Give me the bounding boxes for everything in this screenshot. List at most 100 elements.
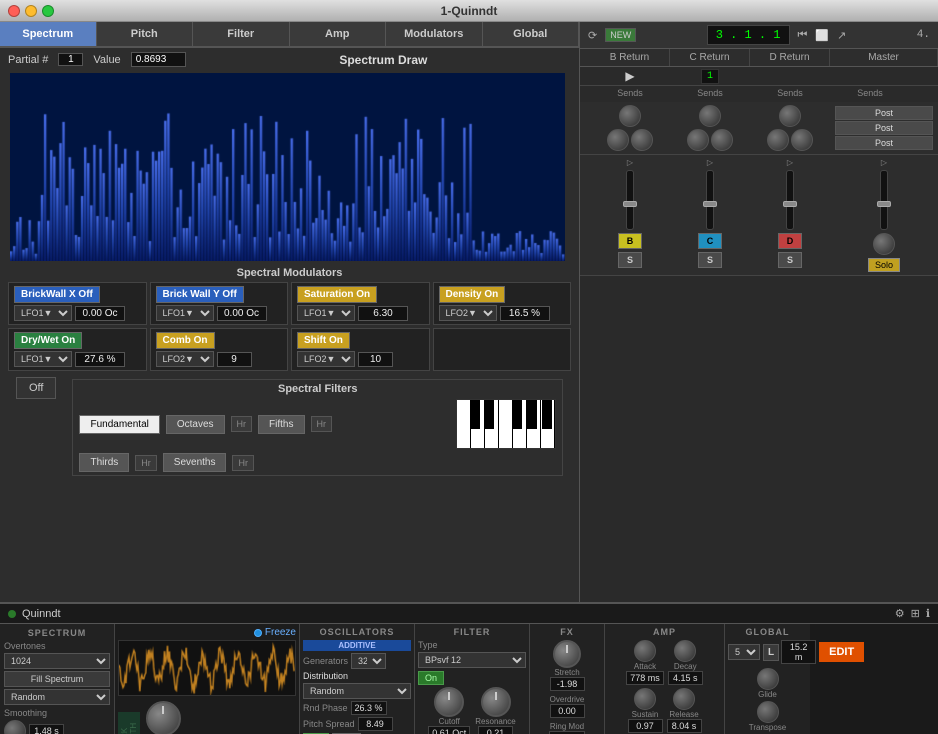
post-button-2[interactable]: Post: [835, 121, 933, 135]
arrow-icon[interactable]: ↗: [837, 29, 846, 42]
drywet-lfo[interactable]: LFO1▼: [14, 351, 72, 367]
freeze-label[interactable]: Freeze: [265, 627, 296, 638]
settings-icon[interactable]: ⚙: [895, 607, 905, 620]
cutoff-knob[interactable]: [434, 687, 464, 717]
c-solo-button[interactable]: S: [698, 252, 722, 268]
d-channel-fader[interactable]: [786, 170, 794, 230]
brickwall-y-lfo[interactable]: LFO1▼: [156, 305, 214, 321]
info-icon[interactable]: ℹ: [926, 607, 930, 620]
fill-spectrum-select[interactable]: Random: [4, 689, 110, 705]
tab-spectrum[interactable]: Spectrum: [0, 22, 97, 46]
saturation-button[interactable]: Saturation On: [297, 286, 377, 303]
c-send-d-knob[interactable]: [711, 129, 733, 151]
shift-button[interactable]: Shift On: [297, 332, 350, 349]
transpose-knob[interactable]: [757, 701, 779, 723]
tab-global[interactable]: Global: [483, 22, 580, 46]
fill-spectrum-button[interactable]: Fill Spectrum: [4, 671, 110, 687]
rewind-icon[interactable]: ⏮: [798, 29, 808, 42]
c-channel-fader[interactable]: [706, 170, 714, 230]
tab-modulators[interactable]: Modulators: [386, 22, 483, 46]
glide-knob[interactable]: [757, 668, 779, 690]
edit-button[interactable]: EDIT: [819, 642, 864, 662]
screen-icon[interactable]: ⬜: [815, 29, 829, 42]
solo-button[interactable]: Solo: [868, 258, 900, 272]
generators-select[interactable]: 32: [351, 653, 386, 669]
octaves-hr[interactable]: Hr: [231, 416, 253, 432]
release-knob[interactable]: [673, 688, 695, 710]
maximize-button[interactable]: [42, 5, 54, 17]
b-send-a-knob[interactable]: [619, 105, 641, 127]
minimize-button[interactable]: [25, 5, 37, 17]
fundamental-filter[interactable]: Fundamental: [79, 415, 159, 434]
attack-knob[interactable]: [634, 640, 656, 662]
bottom-oscillators-section: OSCILLATORS ADDITIVE Generators 32 Distr…: [300, 624, 415, 734]
piano-black-key-fs[interactable]: [512, 400, 522, 429]
master-fader[interactable]: [880, 170, 888, 230]
sevenths-filter[interactable]: Sevenths: [163, 453, 227, 472]
piano-key-f[interactable]: [499, 400, 513, 448]
thirds-hr[interactable]: Hr: [135, 455, 157, 471]
thirds-filter[interactable]: Thirds: [79, 453, 129, 472]
d-send-bc-knob[interactable]: [767, 129, 789, 151]
piano-black-key-ds[interactable]: [484, 400, 494, 429]
global-num-select[interactable]: 5: [728, 644, 760, 660]
shift-lfo[interactable]: LFO2▼: [297, 351, 355, 367]
play-icon[interactable]: ▶: [625, 69, 634, 83]
c-send-a-knob[interactable]: [699, 105, 721, 127]
comb-lfo[interactable]: LFO2▼: [156, 351, 214, 367]
post-button-3[interactable]: Post: [835, 136, 933, 150]
master-pan-knob[interactable]: [873, 233, 895, 255]
b-send-d-knob[interactable]: [631, 129, 653, 151]
decay-knob[interactable]: [674, 640, 696, 662]
piano-black-key-gs[interactable]: [527, 400, 537, 429]
brickwall-x-value: 0.00 Oc: [75, 306, 125, 321]
filter-on-button[interactable]: On: [418, 671, 444, 685]
c-send-bc-knob[interactable]: [687, 129, 709, 151]
drywet-button[interactable]: Dry/Wet On: [14, 332, 82, 349]
off-button[interactable]: Off: [16, 377, 56, 399]
filter-type-select[interactable]: BPsvf 12: [418, 652, 526, 668]
piano-key-c[interactable]: [457, 400, 471, 448]
brickwall-x-button[interactable]: BrickWall X Off: [14, 286, 100, 303]
fifths-hr[interactable]: Hr: [311, 416, 333, 432]
close-button[interactable]: [8, 5, 20, 17]
comb-button[interactable]: Comb On: [156, 332, 215, 349]
d-channel-button[interactable]: D: [778, 233, 802, 249]
midi-icon[interactable]: ⊞: [911, 607, 920, 620]
overtones-select[interactable]: 1024: [4, 653, 110, 669]
piano-black-key-as[interactable]: [542, 400, 552, 429]
d-send-a-knob[interactable]: [779, 105, 801, 127]
resonance-knob[interactable]: [481, 687, 511, 717]
d-send-d-knob[interactable]: [791, 129, 813, 151]
smoothing-knob[interactable]: [4, 720, 26, 734]
saturation-lfo[interactable]: LFO1▼: [297, 305, 355, 321]
fifths-filter[interactable]: Fifths: [258, 415, 304, 434]
waveform-canvas[interactable]: [118, 640, 296, 696]
saturation-knob[interactable]: [146, 701, 181, 734]
sevenths-hr[interactable]: Hr: [232, 455, 254, 471]
b-send-bc-knob[interactable]: [607, 129, 629, 151]
distribution-select[interactable]: Random: [303, 683, 411, 699]
stretch-knob[interactable]: [553, 640, 581, 668]
b-solo-button[interactable]: S: [618, 252, 642, 268]
d-solo-button[interactable]: S: [778, 252, 802, 268]
b-channel-button[interactable]: B: [618, 233, 642, 249]
octaves-filter[interactable]: Octaves: [166, 415, 225, 434]
tab-amp[interactable]: Amp: [290, 22, 387, 46]
brickwall-y-button[interactable]: Brick Wall Y Off: [156, 286, 244, 303]
density-lfo[interactable]: LFO2▼: [439, 305, 497, 321]
density-button[interactable]: Density On: [439, 286, 506, 303]
new-button[interactable]: NEW: [605, 28, 636, 42]
tab-filter[interactable]: Filter: [193, 22, 290, 46]
sustain-knob[interactable]: [634, 688, 656, 710]
piano-display[interactable]: [456, 399, 556, 449]
b-channel-fader[interactable]: [626, 170, 634, 230]
partial-input[interactable]: [58, 53, 83, 66]
post-button-1[interactable]: Post: [835, 106, 933, 120]
spectrum-canvas[interactable]: [10, 73, 565, 261]
spectrum-canvas-container[interactable]: [10, 73, 569, 261]
piano-black-key-cs[interactable]: [470, 400, 480, 429]
brickwall-x-lfo[interactable]: LFO1▼: [14, 305, 72, 321]
tab-pitch[interactable]: Pitch: [97, 22, 194, 46]
c-channel-button[interactable]: C: [698, 233, 722, 249]
